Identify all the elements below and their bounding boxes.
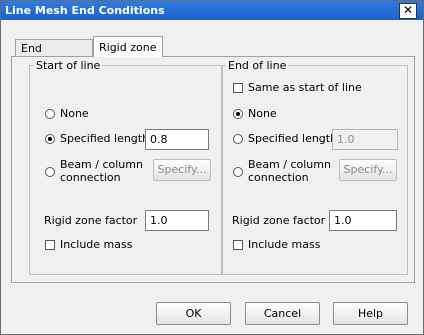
tab-rigid-zone-label: Rigid zone	[99, 41, 157, 54]
start-include-mass-label: Include mass	[60, 238, 133, 251]
ok-button[interactable]: OK	[156, 302, 231, 325]
end-rigid-zone-factor-input[interactable]	[329, 210, 397, 231]
start-none-label: None	[60, 107, 89, 120]
start-specified-length-label: Specified length	[60, 132, 150, 145]
end-rigid-zone-factor-label: Rigid zone factor	[232, 214, 326, 227]
end-beam-column-label-line2: connection	[248, 171, 309, 184]
cancel-button[interactable]: Cancel	[245, 302, 320, 325]
start-none-radio[interactable]	[45, 109, 55, 119]
end-same-as-start-checkbox[interactable]	[233, 83, 243, 93]
line-mesh-end-conditions-dialog: Line Mesh End Conditions ✕ End releases …	[0, 0, 424, 335]
tab-rigid-zone[interactable]: Rigid zone	[93, 36, 163, 57]
start-specified-length-radio[interactable]	[45, 134, 55, 144]
end-include-mass-label: Include mass	[248, 238, 321, 251]
start-rigid-zone-factor-input[interactable]	[145, 210, 209, 231]
end-specified-length-label: Specified length	[248, 132, 338, 145]
dialog-title-bar: Line Mesh End Conditions ✕	[1, 1, 423, 20]
end-none-label: None	[248, 107, 277, 120]
end-none-radio[interactable]	[233, 109, 243, 119]
end-specified-length-input[interactable]	[332, 129, 398, 150]
start-specified-length-input[interactable]	[145, 129, 209, 150]
start-beam-column-label-line2: connection	[60, 171, 121, 184]
start-beam-column-radio[interactable]	[45, 167, 55, 177]
end-specified-length-radio[interactable]	[233, 134, 243, 144]
dialog-title: Line Mesh End Conditions	[5, 4, 165, 17]
close-button[interactable]: ✕	[399, 3, 417, 19]
end-of-line-legend: End of line	[228, 59, 287, 72]
help-button[interactable]: Help	[333, 302, 408, 325]
rigid-zone-panel: Start of line None Specified length Beam…	[11, 56, 415, 283]
start-include-mass-checkbox[interactable]	[45, 240, 55, 250]
end-same-as-start-label: Same as start of line	[248, 81, 362, 94]
start-of-line-legend: Start of line	[36, 59, 101, 72]
tab-end-releases[interactable]: End releases	[15, 39, 93, 73]
start-beam-column-label-line1: Beam / column	[60, 158, 143, 171]
end-specify-button[interactable]: Specify...	[339, 159, 397, 181]
end-beam-column-label-line1: Beam / column	[248, 158, 331, 171]
start-rigid-zone-factor-label: Rigid zone factor	[44, 214, 138, 227]
start-specify-button[interactable]: Specify...	[153, 159, 211, 181]
end-beam-column-radio[interactable]	[233, 167, 243, 177]
end-include-mass-checkbox[interactable]	[233, 240, 243, 250]
